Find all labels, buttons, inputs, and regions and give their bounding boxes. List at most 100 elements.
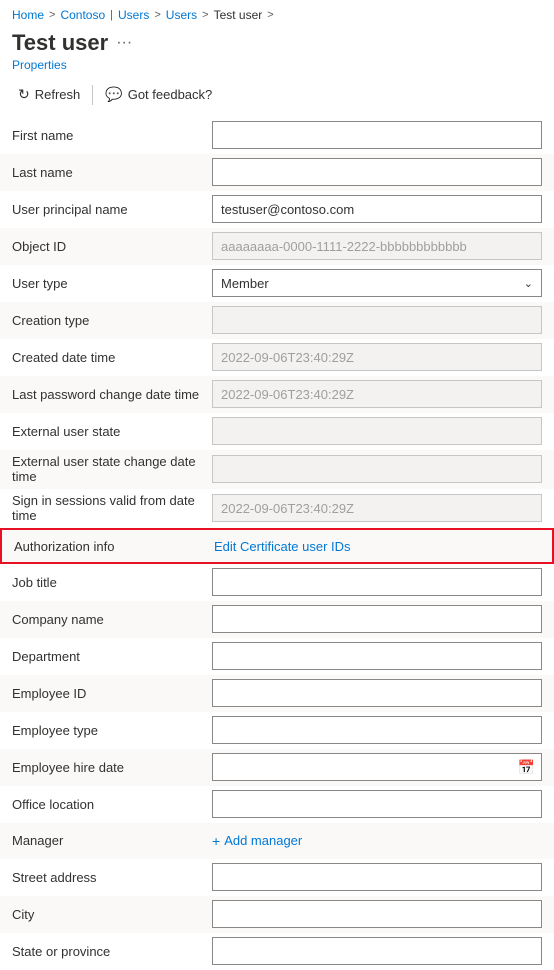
date-input-employee-hire-date[interactable] [213,754,512,780]
field-value-last-name[interactable] [212,158,542,186]
field-value-employee-type[interactable] [212,716,542,744]
field-label-sign-in-sessions-valid-from-date-time: Sign in sessions valid from date time [12,493,212,523]
field-value-state-or-province[interactable] [212,937,542,965]
form-row: State or province [0,933,554,970]
form-row: First name [0,117,554,154]
add-manager-label: Add manager [224,833,302,848]
input-first-name[interactable] [212,121,542,149]
field-value-city[interactable] [212,900,542,928]
form-row: Sign in sessions valid from date time [0,489,554,528]
readonly-last-password-change-date-time [212,380,542,408]
page-header: Test user ··· Properties [0,26,554,76]
field-value-object-id [212,232,542,260]
field-value-user-principal-name[interactable] [212,195,542,223]
field-label-external-user-state: External user state [12,424,212,439]
form-row: Employee type [0,712,554,749]
input-state-or-province[interactable] [212,937,542,965]
field-value-user-type[interactable]: MemberGuest⌄ [212,269,542,297]
field-value-job-title[interactable] [212,568,542,596]
field-value-street-address[interactable] [212,863,542,891]
form-row: External user state change date time [0,450,554,489]
select-wrapper-user-type[interactable]: MemberGuest⌄ [212,269,542,297]
field-label-state-or-province: State or province [12,944,212,959]
input-department[interactable] [212,642,542,670]
breadcrumb-users1[interactable]: Users [118,8,149,22]
input-street-address[interactable] [212,863,542,891]
field-value-employee-hire-date[interactable]: 📅 [212,753,542,781]
field-value-authorization-info[interactable]: Edit Certificate user IDs [214,539,540,554]
field-value-manager[interactable]: + Add manager [212,833,542,849]
readonly-creation-type [212,306,542,334]
readonly-created-date-time [212,343,542,371]
add-manager-link[interactable]: + Add manager [212,833,542,849]
form-row: City [0,896,554,933]
breadcrumb-sep-2: | [110,9,113,21]
date-wrapper[interactable]: 📅 [212,753,542,781]
field-value-last-password-change-date-time [212,380,542,408]
input-office-location[interactable] [212,790,542,818]
field-label-employee-id: Employee ID [12,686,212,701]
form-row: Company name [0,601,554,638]
select-user-type[interactable]: MemberGuest [213,270,541,296]
field-label-company-name: Company name [12,612,212,627]
page-subtitle[interactable]: Properties [12,58,542,72]
feedback-button[interactable]: 💬 Got feedback? [99,82,218,107]
plus-icon: + [212,833,220,849]
breadcrumb-sep-3: > [154,9,160,21]
form-row: Job title [0,564,554,601]
input-city[interactable] [212,900,542,928]
form-row: Department [0,638,554,675]
field-value-first-name[interactable] [212,121,542,149]
input-company-name[interactable] [212,605,542,633]
form-row: User principal name [0,191,554,228]
field-label-street-address: Street address [12,870,212,885]
readonly-sign-in-sessions-valid-from-date-time [212,494,542,522]
field-value-employee-id[interactable] [212,679,542,707]
input-user-principal-name[interactable] [212,195,542,223]
form-row: User typeMemberGuest⌄ [0,265,554,302]
readonly-external-user-state [212,417,542,445]
feedback-icon: 💬 [105,86,122,103]
refresh-button[interactable]: ↻ Refresh [12,82,86,107]
form-container: First name Last name User principal name Ob… [0,113,554,970]
form-row: External user state [0,413,554,450]
field-value-company-name[interactable] [212,605,542,633]
input-job-title[interactable] [212,568,542,596]
field-label-job-title: Job title [12,575,212,590]
field-label-employee-hire-date: Employee hire date [12,760,212,775]
field-label-creation-type: Creation type [12,313,212,328]
field-value-department[interactable] [212,642,542,670]
form-row: Created date time [0,339,554,376]
input-last-name[interactable] [212,158,542,186]
form-row: Creation type [0,302,554,339]
field-label-manager: Manager [12,833,212,848]
field-label-user-principal-name: User principal name [12,202,212,217]
refresh-icon: ↻ [18,86,30,103]
feedback-label: Got feedback? [128,87,213,102]
form-row: Object ID [0,228,554,265]
form-row: Last password change date time [0,376,554,413]
form-row: Street address [0,859,554,896]
form-row: Employee hire date 📅 [0,749,554,786]
breadcrumb-sep-5: > [267,9,273,21]
breadcrumb-sep-4: > [202,9,208,21]
breadcrumb-users2[interactable]: Users [166,8,197,22]
field-value-office-location[interactable] [212,790,542,818]
edit-certificate-link[interactable]: Edit Certificate user IDs [214,539,351,554]
breadcrumb-home[interactable]: Home [12,8,44,22]
calendar-icon[interactable]: 📅 [512,759,541,776]
input-employee-id[interactable] [212,679,542,707]
input-employee-type[interactable] [212,716,542,744]
field-value-created-date-time [212,343,542,371]
breadcrumb-sep-1: > [49,9,55,21]
more-options-icon[interactable]: ··· [116,34,132,52]
readonly-object-id [212,232,542,260]
breadcrumb-contoso[interactable]: Contoso [60,8,105,22]
field-value-external-user-state-change-date-time [212,455,542,483]
form-row: Office location [0,786,554,823]
toolbar: ↻ Refresh 💬 Got feedback? [0,76,554,113]
field-label-last-name: Last name [12,165,212,180]
refresh-label: Refresh [35,87,81,102]
field-label-department: Department [12,649,212,664]
field-label-city: City [12,907,212,922]
